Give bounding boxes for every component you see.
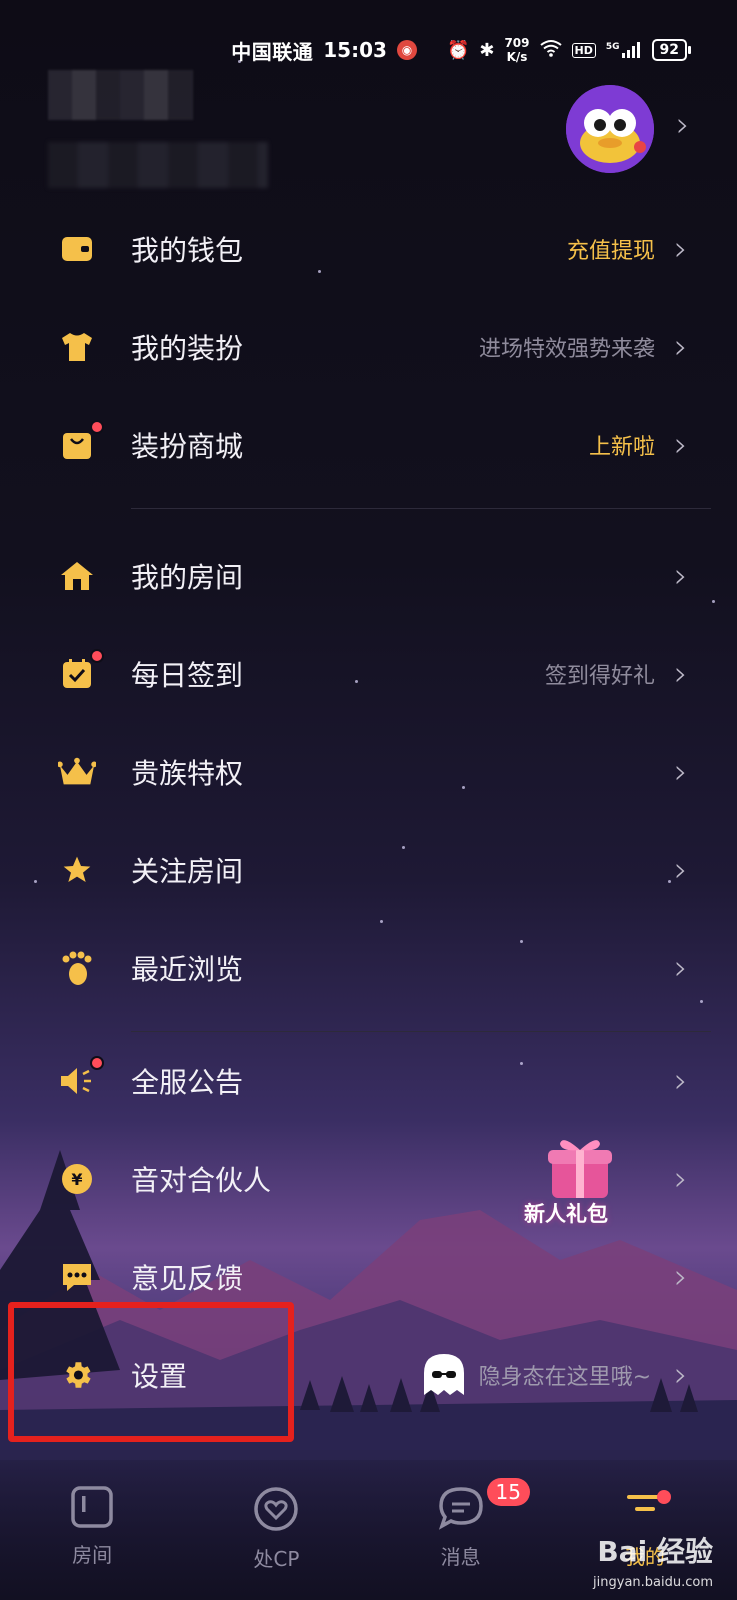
tab-label: 处CP [253, 1547, 300, 1571]
wallet-icon [58, 230, 96, 268]
avatar[interactable] [566, 85, 654, 173]
chevron-right-icon: › [674, 850, 688, 890]
menu-label: 装扮商城 [131, 430, 244, 463]
tab-cp[interactable]: 处CP [184, 1460, 368, 1600]
menu-label: 每日签到 [131, 659, 244, 692]
menu-label: 全服公告 [131, 1066, 244, 1099]
menu-item-checkin[interactable]: 每日签到 签到得好礼 › [0, 625, 737, 723]
menu-hint: 进场特效强势来袭 [478, 337, 655, 362]
signal-icon: 5G [606, 42, 642, 58]
menu-label: 贵族特权 [131, 757, 244, 790]
bluetooth-icon: ✱ [479, 39, 495, 61]
menu-label: 最近浏览 [131, 953, 244, 986]
menu-label: 关注房间 [131, 855, 244, 888]
menu-item-my-room[interactable]: 我的房间 › [0, 527, 737, 625]
divider [131, 508, 711, 509]
chat-bubble-icon [58, 1258, 96, 1296]
menu-hint: 上新啦 [588, 435, 655, 460]
menu-item-wallet[interactable]: 我的钱包 充值提现 › [0, 200, 737, 298]
screen-record-icon: ◉ [396, 40, 417, 60]
menu-item-recent[interactable]: 最近浏览 › [0, 919, 737, 1017]
menu-item-noble[interactable]: 贵族特权 › [0, 723, 737, 821]
profile-header[interactable]: › [0, 60, 737, 210]
chevron-right-icon: › [674, 1061, 688, 1101]
blurred-username [48, 70, 193, 120]
menu-label: 音对合伙人 [131, 1164, 272, 1197]
chevron-right-icon: › [674, 1159, 688, 1199]
crown-icon [58, 753, 96, 791]
gift-label: 新人礼包 [524, 1202, 608, 1226]
menu-label: 我的房间 [131, 561, 244, 594]
menu-label: 我的钱包 [131, 234, 244, 267]
unread-badge: 15 [486, 1478, 530, 1506]
footprint-icon [58, 949, 96, 987]
blurred-user-id [48, 142, 268, 188]
chevron-right-icon: › [674, 556, 688, 596]
chevron-right-icon: › [674, 752, 688, 792]
chevron-right-icon: › [674, 1257, 688, 1297]
watermark-sub: jingyan.baidu.com [593, 1575, 713, 1590]
speaker-icon [58, 1056, 104, 1100]
watermark-main: Bai 经验 [597, 1535, 713, 1568]
heart-icon [254, 1487, 299, 1531]
chevron-right-icon: › [674, 1355, 688, 1395]
incognito-hint: 隐身态在这里哦~ [419, 1351, 651, 1399]
chevron-right-icon: › [674, 327, 688, 367]
menu-item-follow-room[interactable]: 关注房间 › [0, 821, 737, 919]
menu-item-mall[interactable]: 装扮商城 上新啦 › [0, 396, 737, 494]
chevron-right-icon: › [674, 229, 688, 269]
home-icon [58, 557, 96, 595]
gift-box-icon [548, 1140, 612, 1198]
ghost-icon [423, 1354, 464, 1395]
notification-dot [90, 420, 104, 434]
chevron-right-icon: › [674, 654, 688, 694]
new-user-gift-button[interactable]: 新人礼包 [524, 1138, 640, 1228]
menu-item-outfit[interactable]: 我的装扮 进场特效强势来袭 › [0, 298, 737, 396]
menu-label: 我的装扮 [131, 332, 244, 365]
menu-label: 意见反馈 [131, 1262, 244, 1295]
battery-indicator: 92 [651, 39, 692, 61]
tab-messages[interactable]: 15 消息 [369, 1460, 553, 1600]
chevron-right-icon: › [676, 105, 690, 145]
notification-dot [656, 1490, 671, 1504]
yuan-coin-icon: ¥ [58, 1160, 96, 1198]
alarm-icon: ⏰ [446, 39, 470, 61]
menu-list: 我的钱包 充值提现 › 我的装扮 进场特效强势来袭 › 装扮商城 上新啦 › 我… [0, 200, 737, 1424]
tab-room[interactable]: 房间 [0, 1460, 184, 1600]
menu-item-notice[interactable]: 全服公告 › [0, 1032, 737, 1130]
notification-dot [90, 649, 104, 663]
calendar-check-icon [58, 649, 104, 693]
clock-time: 15:03 [323, 38, 387, 62]
menu-hint: 充值提现 [566, 239, 655, 264]
menu-hint: 隐身态在这里哦~ [478, 1365, 651, 1390]
svg-text:¥: ¥ [71, 1170, 82, 1189]
baidu-watermark: Bai 经验 jingyan.baidu.com [593, 1530, 713, 1590]
chevron-right-icon: › [674, 948, 688, 988]
room-icon [71, 1486, 113, 1528]
menu-hint: 签到得好礼 [544, 664, 655, 689]
wifi-icon [539, 39, 562, 62]
highlight-box [8, 1302, 294, 1442]
hd-icon: HD [571, 42, 596, 58]
chevron-right-icon: › [674, 425, 688, 465]
shopping-bag-icon [58, 420, 104, 464]
star-icon [58, 851, 96, 889]
tab-label: 房间 [72, 1543, 113, 1567]
tab-label: 消息 [440, 1545, 481, 1569]
tshirt-icon [58, 328, 96, 366]
message-icon [438, 1487, 483, 1530]
notification-dot [90, 1056, 104, 1070]
